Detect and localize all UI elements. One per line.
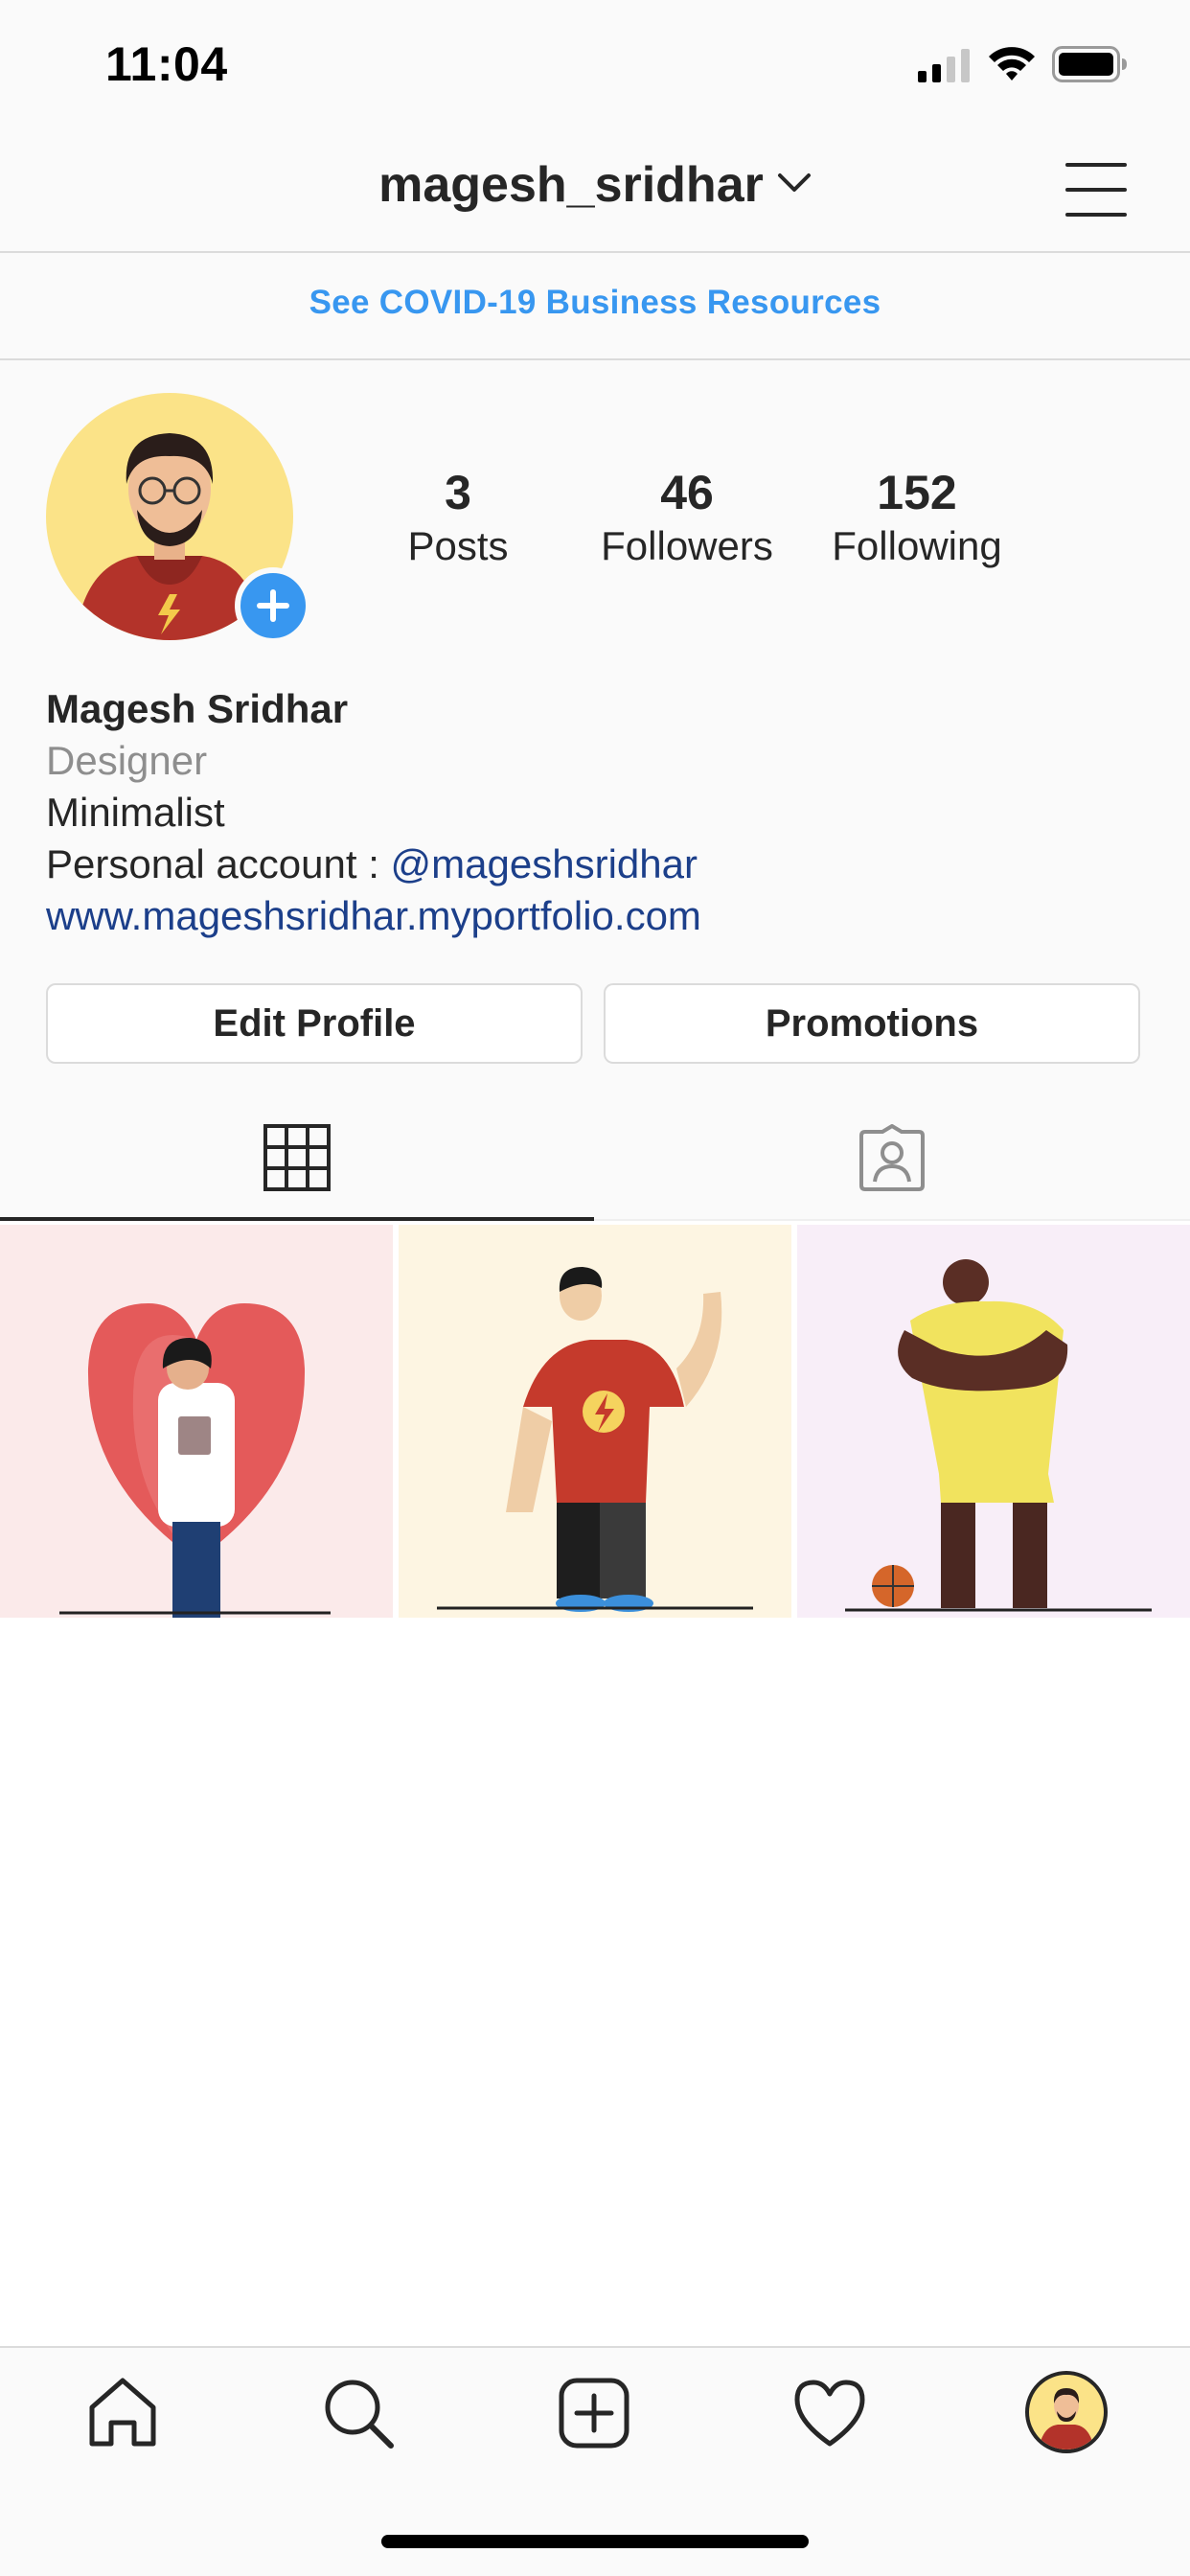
- profile-avatar[interactable]: [1025, 2371, 1108, 2453]
- stat-label: Followers: [601, 523, 773, 568]
- home-indicator: [381, 2535, 809, 2548]
- active-tab-indicator: [0, 1217, 594, 1221]
- personal-account-line: Personal account : @mageshsridhar: [46, 839, 698, 890]
- full-name: Magesh Sridhar: [46, 686, 349, 731]
- home-icon[interactable]: [84, 2375, 161, 2456]
- stat-posts[interactable]: 3 Posts: [343, 464, 573, 571]
- stat-label: Following: [832, 523, 1002, 568]
- covid-resources-link[interactable]: See COVID-19 Business Resources: [0, 284, 1190, 322]
- bio-text: Minimalist: [46, 790, 225, 835]
- username-title[interactable]: magesh_sridhar: [378, 156, 764, 214]
- stat-following[interactable]: 152 Following: [802, 464, 1032, 571]
- website-link[interactable]: www.mageshsridhar.myportfolio.com: [46, 890, 701, 942]
- cellular-signal-icon: [918, 48, 972, 87]
- edit-profile-button[interactable]: Edit Profile: [46, 983, 583, 1064]
- flash-shirt-man-waving-illustration: [437, 1267, 753, 1612]
- stat-followers[interactable]: 46 Followers: [572, 464, 802, 571]
- basketball-player-illustration: [845, 1259, 1152, 1612]
- stat-label: Posts: [407, 523, 509, 568]
- search-icon[interactable]: [320, 2375, 397, 2456]
- heart-icon[interactable]: [791, 2375, 868, 2456]
- doctor-heart-illustration: [59, 1303, 331, 1618]
- add-post-icon[interactable]: [556, 2375, 632, 2456]
- tagged-person-icon[interactable]: [858, 1124, 927, 1196]
- post-thumbnail[interactable]: [797, 1225, 1190, 1618]
- grid-icon[interactable]: [263, 1124, 331, 1196]
- chevron-down-icon[interactable]: [777, 172, 812, 198]
- account-switcher[interactable]: magesh_sridhar: [0, 156, 1190, 214]
- post-thumbnail[interactable]: [0, 1225, 393, 1618]
- personal-account-handle-link[interactable]: @mageshsridhar: [391, 841, 698, 886]
- personal-account-prefix: Personal account :: [46, 841, 391, 886]
- stat-value: 46: [660, 466, 714, 519]
- wifi-icon: [987, 44, 1037, 87]
- stat-value: 152: [877, 466, 957, 519]
- stat-value: 3: [445, 466, 471, 519]
- hamburger-menu-icon[interactable]: [1065, 161, 1127, 223]
- post-thumbnail[interactable]: [399, 1225, 791, 1618]
- profile-category: Designer: [46, 738, 208, 783]
- battery-icon: [1052, 46, 1129, 87]
- promotions-button[interactable]: Promotions: [604, 983, 1140, 1064]
- status-time: 11:04: [105, 37, 228, 91]
- add-story-button[interactable]: [235, 567, 311, 644]
- plus-icon: [257, 589, 289, 622]
